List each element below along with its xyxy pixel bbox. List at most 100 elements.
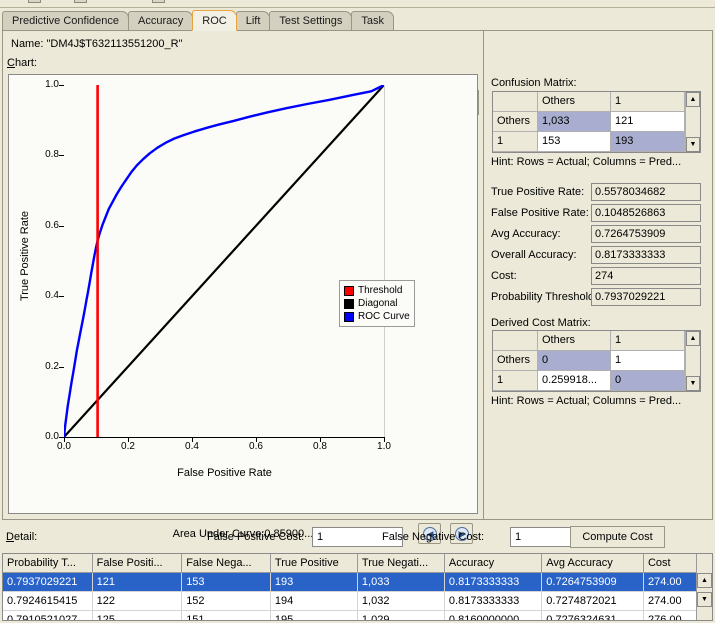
detail-label: Detail:	[6, 531, 38, 543]
detail-cell: 151	[182, 611, 271, 620]
table-row[interactable]: 0.7924615415 122 152 194 1,032 0.8173333333 0.…	[3, 592, 712, 611]
detail-scroll-up-icon[interactable]: ▲	[697, 573, 712, 588]
table-row[interactable]: 0.7910521027 125 151 195 1,029 0.8160000000 0.…	[3, 611, 712, 620]
legend-swatch-diagonal	[344, 298, 354, 309]
cm-corner-cell	[493, 92, 538, 112]
gridline-x-1.0	[384, 85, 385, 437]
metric-label-overall-accuracy: Overall Accuracy:	[491, 249, 577, 261]
tab-predictive-confidence[interactable]: Predictive Confidence	[2, 11, 130, 31]
cm-cell-1-others[interactable]: 153	[538, 132, 611, 152]
detail-cell: 122	[92, 592, 183, 611]
roc-plot-svg	[64, 85, 384, 437]
x-axis-line	[64, 437, 385, 438]
detail-bar: Detail: False Positive Cost: 1 False Neg…	[2, 524, 713, 553]
chart-legend: Threshold Diagonal ROC Curve	[339, 280, 415, 327]
dcm-row-header-1: 1	[493, 371, 538, 391]
detail-cell: 121	[92, 573, 183, 592]
detail-column-header[interactable]: False Positi...	[92, 554, 183, 573]
cm-cell-others-1[interactable]: 121	[611, 112, 685, 132]
metric-value-avg-accuracy: 0.7264753909	[591, 225, 701, 243]
dcm-scroll-down-icon[interactable]: ▼	[686, 376, 700, 391]
toolbar-button-2[interactable]	[74, 0, 87, 3]
detail-cell: 0.7924615415	[3, 592, 93, 611]
dcm-cell-others-1[interactable]: 1	[611, 351, 685, 371]
detail-column-header[interactable]: Accuracy	[444, 554, 543, 573]
dcm-scroll-up-icon[interactable]: ▲	[686, 331, 700, 346]
detail-cell: 1,032	[357, 592, 445, 611]
derived-cost-matrix-table: Others 1 Others 0 1 1 0.259918... 0 ▲ ▼	[492, 330, 701, 392]
dcm-row-others[interactable]: Others 0 1	[493, 351, 685, 371]
confusion-matrix-row-1[interactable]: 1 153 193	[493, 132, 685, 152]
toolbar-strip	[0, 0, 715, 8]
x-tick-0: 0.0	[57, 441, 71, 452]
y-tick-4: 0.8	[45, 149, 59, 160]
dcm-row-header-others: Others	[493, 351, 538, 371]
model-name-row: Name: "DM4J$T632113551200_R"	[11, 38, 183, 50]
detail-column-header[interactable]: True Negati...	[357, 554, 445, 573]
toolbar-button-3[interactable]	[152, 0, 165, 3]
dcm-cell-1-1[interactable]: 0	[611, 371, 685, 391]
legend-swatch-roc-curve	[344, 311, 354, 322]
detail-column-header[interactable]: Avg Accuracy	[542, 554, 644, 573]
dcm-cell-others-others[interactable]: 0	[538, 351, 611, 371]
dcm-corner-cell	[493, 331, 538, 351]
detail-cell: 152	[182, 592, 271, 611]
tab-task[interactable]: Task	[351, 11, 395, 31]
model-name-value: "DM4J$T632113551200_R"	[46, 38, 183, 50]
toolbar-button-1[interactable]	[28, 0, 41, 3]
cm-col-header-1: 1	[611, 92, 685, 112]
detail-cell: 0.7276324631	[542, 611, 644, 620]
metric-value-true-positive-rate: 0.5578034682	[591, 183, 701, 201]
dcm-cell-1-others[interactable]: 0.259918...	[538, 371, 611, 391]
tab-accuracy[interactable]: Accuracy	[128, 11, 194, 31]
roc-chart: 1.0 0.8 0.6 0.4 0.2 0.0 0.0 0.2 0.4 0.6 …	[8, 74, 478, 514]
roc-evaluation-window: Predictive Confidence Accuracy ROC Lift …	[0, 0, 715, 623]
model-name-label: Name:	[11, 38, 44, 50]
diagonal-line	[64, 85, 384, 437]
derived-cost-matrix-scrollbar[interactable]: ▲ ▼	[685, 331, 700, 391]
detail-cell: 125	[93, 611, 183, 620]
legend-label-diagonal: Diagonal	[358, 298, 398, 309]
tab-test-settings[interactable]: Test Settings	[269, 11, 353, 31]
detail-cell: 0.7264753909	[542, 573, 644, 592]
legend-swatch-threshold	[344, 285, 354, 296]
cm-row-header-others: Others	[493, 112, 538, 132]
confusion-matrix-scrollbar[interactable]: ▲ ▼	[685, 92, 700, 152]
metric-value-overall-accuracy: 0.8173333333	[591, 246, 701, 264]
derived-cost-matrix-hint: Hint: Rows = Actual; Columns = Pred...	[491, 395, 682, 407]
cm-cell-others-others[interactable]: 1,033	[538, 112, 611, 132]
table-row[interactable]: 0.7937029221 121 153 193 1,033 0.8173333333 0.…	[3, 573, 712, 592]
detail-scroll-down-icon[interactable]: ▼	[697, 592, 712, 607]
legend-label-threshold: Threshold	[358, 285, 403, 296]
detail-column-header[interactable]: True Positive	[270, 554, 358, 573]
tab-lift[interactable]: Lift	[235, 11, 271, 31]
y-axis-title: True Positive Rate	[19, 210, 31, 302]
tab-roc[interactable]: ROC	[192, 10, 237, 31]
confusion-matrix-table: Others 1 Others 1,033 121 1 153 193 ▲ ▼	[492, 91, 701, 153]
metric-value-probability-threshold: 0.7937029221	[591, 288, 701, 306]
detail-table-body: 0.7937029221 121 153 193 1,033 0.8173333333 0.…	[3, 573, 712, 620]
roc-content-panel: Name: "DM4J$T632113551200_R" Chart: 1.0 …	[2, 30, 713, 544]
metric-label-cost: Cost:	[491, 270, 517, 282]
detail-table-scrollbar[interactable]: ▲ ▼	[696, 554, 712, 620]
legend-label-roc-curve: ROC Curve	[358, 311, 410, 322]
confusion-matrix-row-others[interactable]: Others 1,033 121	[493, 112, 685, 132]
detail-cell: 1,033	[357, 573, 445, 592]
metric-label-probability-threshold: Probability Threshold:	[491, 291, 598, 303]
detail-table: Probability T... False Positi... False Neg…	[2, 553, 713, 621]
cm-cell-1-1[interactable]: 193	[611, 132, 685, 152]
detail-cell: 0.7910521027	[3, 611, 93, 620]
false-positive-cost-label: False Positive Cost:	[207, 531, 305, 543]
cm-scroll-down-icon[interactable]: ▼	[686, 137, 700, 152]
confusion-matrix-hint: Hint: Rows = Actual; Columns = Pred...	[491, 156, 682, 168]
y-tick-3: 0.6	[45, 220, 59, 231]
detail-column-header[interactable]: Probability T...	[3, 554, 93, 573]
cm-col-header-others: Others	[538, 92, 611, 112]
metric-label-true-positive-rate: True Positive Rate:	[491, 186, 585, 198]
metric-value-false-positive-rate: 0.1048526863	[591, 204, 701, 222]
dcm-row-1[interactable]: 1 0.259918... 0	[493, 371, 685, 391]
false-negative-cost-label: False Negative Cost:	[382, 531, 485, 543]
compute-cost-button[interactable]: Compute Cost	[570, 526, 665, 548]
detail-column-header[interactable]: False Nega...	[182, 554, 271, 573]
cm-scroll-up-icon[interactable]: ▲	[686, 92, 700, 107]
